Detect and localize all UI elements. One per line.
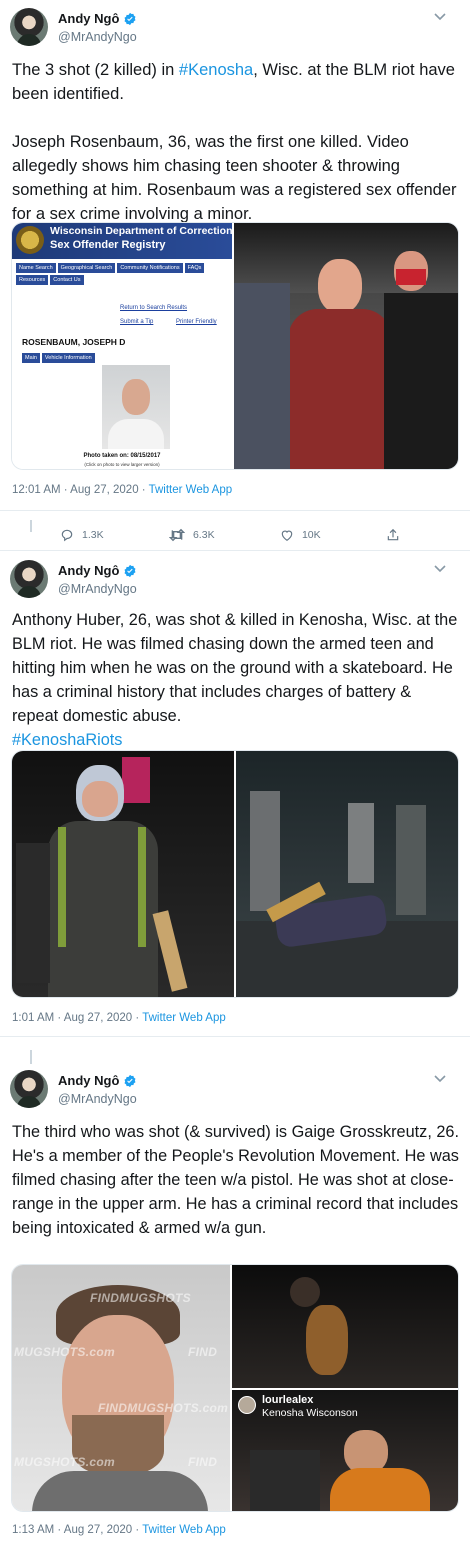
watermark-text: FINDMUGSHOTS.com <box>98 1401 229 1415</box>
watermark-text: FIND <box>188 1455 218 1469</box>
author-block[interactable]: Andy Ngô @MrAndyNgo <box>58 1072 137 1106</box>
display-name[interactable]: Andy Ngô <box>58 11 137 26</box>
overlay-username: lourlealex <box>262 1394 314 1406</box>
chevron-down-icon[interactable] <box>434 562 448 576</box>
registry-header: Wisconsin Department of Correction Sex O… <box>12 223 232 259</box>
display-name[interactable]: Andy Ngô <box>58 563 137 578</box>
retweet-icon <box>168 528 185 542</box>
registry-tabs: Main Vehicle Information <box>22 353 95 363</box>
divider <box>0 510 470 511</box>
avatar[interactable] <box>10 1070 48 1108</box>
registry-return-link: Return to Search Results <box>120 305 188 311</box>
author-name: Andy Ngô <box>58 1073 120 1088</box>
registry-submit-tip: Submit a Tip <box>120 319 154 325</box>
tweet-media[interactable]: FINDMUGSHOTS MUGSHOTS.com FINDMUGSHOTS.c… <box>11 1264 459 1512</box>
reply-icon <box>61 529 73 542</box>
text-segment: Anthony Huber, 26, was shot & killed in … <box>12 611 458 725</box>
timestamp-link[interactable]: 12:01 AM · Aug 27, 2020 · <box>12 484 149 496</box>
author-block[interactable]: Andy Ngô @MrAndyNgo <box>58 562 137 596</box>
registry-printer-link: Printer Friendly <box>176 319 217 325</box>
author-name: Andy Ngô <box>58 563 120 578</box>
registry-subtitle: Sex Offender Registry <box>50 239 166 251</box>
divider <box>0 550 470 551</box>
verified-badge-icon <box>124 1074 136 1087</box>
tweet-actions: 1.3K 6.3K 10K <box>60 528 400 542</box>
photo-caption: Photo taken on: 08/15/2017 <box>83 453 161 459</box>
watermark-text: MUGSHOTS.com <box>14 1345 115 1359</box>
photo-subcaption: (Click on photo to view larger version) <box>84 462 160 467</box>
retweet-button[interactable]: 6.3K <box>168 528 215 542</box>
like-button[interactable]: 10K <box>280 528 321 542</box>
media-image-huber[interactable] <box>12 751 234 997</box>
chevron-down-icon[interactable] <box>434 1072 448 1086</box>
registry-nav: Name Search Geographical Search Communit… <box>16 263 228 285</box>
source-app-link[interactable]: Twitter Web App <box>142 1012 226 1024</box>
display-name[interactable]: Andy Ngô <box>58 1073 137 1088</box>
watermark-text: MUGSHOTS.com <box>14 1455 115 1469</box>
watermark-text: FINDMUGSHOTS <box>90 1291 191 1305</box>
user-avatar <box>238 1396 256 1414</box>
tweet-timestamp: 12:01 AM · Aug 27, 2020 · Twitter Web Ap… <box>12 484 232 496</box>
share-icon <box>387 528 399 541</box>
media-image-crowd[interactable] <box>234 223 458 469</box>
hashtag-link[interactable]: #Kenosha <box>179 61 253 79</box>
author-block[interactable]: Andy Ngô @MrAndyNgo <box>58 10 137 44</box>
media-image-mugshot[interactable]: FINDMUGSHOTS MUGSHOTS.com FINDMUGSHOTS.c… <box>12 1265 230 1511</box>
source-app-link[interactable]: Twitter Web App <box>149 484 233 496</box>
media-image-overlay[interactable]: lourlealex Kenosha Wisconson <box>232 1390 458 1511</box>
mugshot-photo <box>102 365 170 449</box>
retweet-count: 6.3K <box>192 529 215 541</box>
tweet-timestamp: 1:13 AM · Aug 27, 2020 · Twitter Web App <box>12 1524 226 1536</box>
registry-title: Wisconsin Department of Correction <box>50 225 232 237</box>
timestamp-link[interactable]: 1:13 AM · Aug 27, 2020 · <box>12 1524 142 1536</box>
registry-nav-item: FAQs <box>184 263 205 273</box>
registry-nav-item: Geographical Search <box>57 263 116 273</box>
tweet-timestamp: 1:01 AM · Aug 27, 2020 · Twitter Web App <box>12 1012 226 1024</box>
like-count: 10K <box>301 529 321 541</box>
divider <box>0 1036 470 1037</box>
registry-person-name: ROSENBAUM, JOSEPH D <box>22 337 126 347</box>
tweet-media[interactable] <box>11 750 459 998</box>
tweet-media[interactable]: Wisconsin Department of Correction Sex O… <box>11 222 459 470</box>
registry-nav-item: Community Notifications <box>117 263 183 273</box>
author-handle[interactable]: @MrAndyNgo <box>58 30 137 44</box>
chevron-down-icon[interactable] <box>434 10 448 24</box>
share-button[interactable] <box>386 528 400 542</box>
media-image-street[interactable] <box>236 751 458 997</box>
timestamp-link[interactable]: 1:01 AM · Aug 27, 2020 · <box>12 1012 142 1024</box>
reply-button[interactable]: 1.3K <box>60 528 104 542</box>
heart-icon <box>281 530 293 541</box>
author-name: Andy Ngô <box>58 11 120 26</box>
author-handle[interactable]: @MrAndyNgo <box>58 582 137 596</box>
media-image-night[interactable] <box>232 1265 458 1388</box>
media-image-registry[interactable]: Wisconsin Department of Correction Sex O… <box>12 223 232 469</box>
avatar[interactable] <box>10 8 48 46</box>
tweet-text: The 3 shot (2 killed) in #Kenosha, Wisc.… <box>12 58 460 226</box>
registry-nav-item: Name Search <box>16 263 56 273</box>
avatar[interactable] <box>10 560 48 598</box>
thread-connector <box>30 520 32 532</box>
tweet-text: The third who was shot (& survived) is G… <box>12 1120 460 1240</box>
tweet-text: Anthony Huber, 26, was shot & killed in … <box>12 608 460 752</box>
text-segment: The third who was shot (& survived) is G… <box>12 1123 464 1237</box>
registry-tab: Main <box>22 353 40 363</box>
reply-count: 1.3K <box>82 529 104 541</box>
text-segment: , Wisc. at the BLM riot have been identi… <box>12 61 457 223</box>
author-handle[interactable]: @MrAndyNgo <box>58 1092 137 1106</box>
text-segment: The 3 shot (2 killed) in <box>12 61 179 79</box>
state-seal-icon <box>16 226 44 254</box>
source-app-link[interactable]: Twitter Web App <box>142 1524 226 1536</box>
hashtag-link[interactable]: #KenoshaRiots <box>12 731 122 749</box>
registry-nav-item: Contact Us <box>50 275 84 285</box>
overlay-caption: Kenosha Wisconson <box>262 1407 358 1419</box>
watermark-text: FIND <box>188 1345 218 1359</box>
verified-badge-icon <box>124 12 136 25</box>
registry-nav-item: Resources <box>16 275 49 285</box>
registry-tab: Vehicle Information <box>41 353 95 363</box>
verified-badge-icon <box>124 564 136 577</box>
thread-connector <box>30 1050 32 1064</box>
